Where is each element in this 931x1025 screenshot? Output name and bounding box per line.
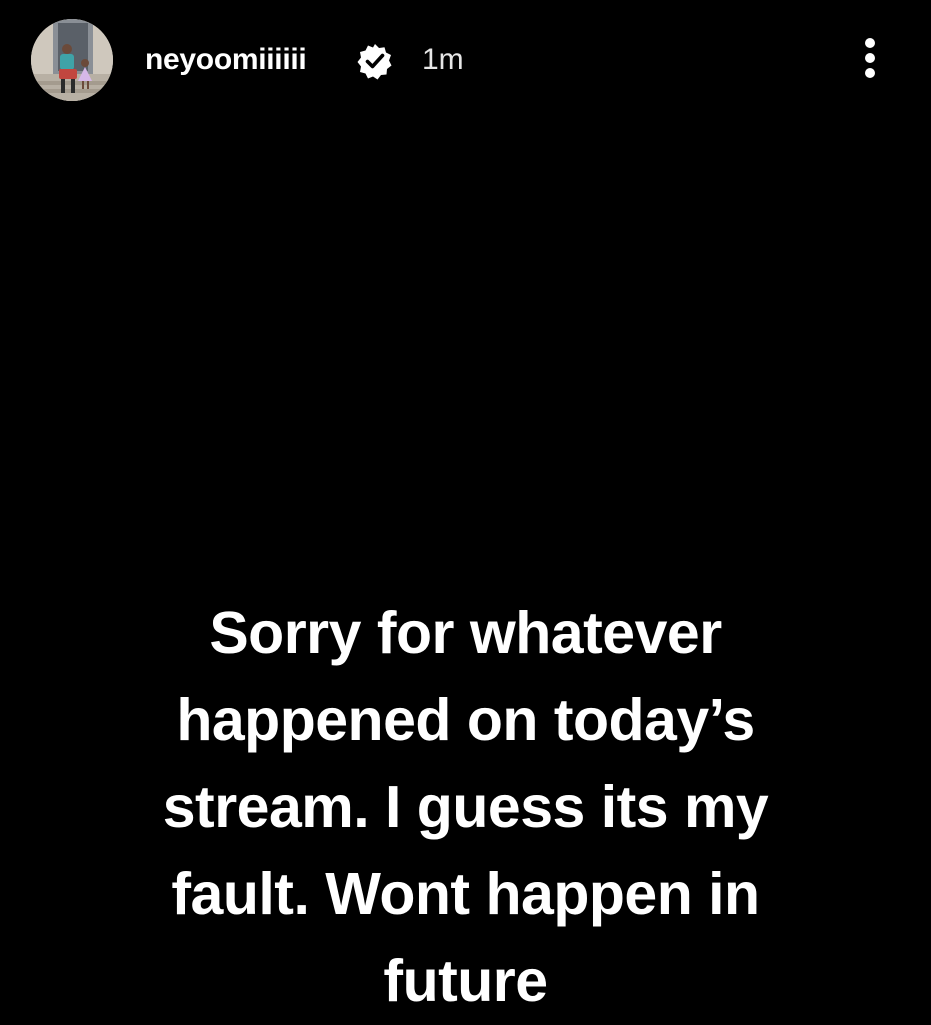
verified-badge-icon: [356, 42, 394, 80]
story-header: neyoomiiiiii 1m: [0, 0, 931, 120]
more-options-icon[interactable]: [850, 34, 890, 84]
avatar-photo: [31, 19, 113, 101]
username[interactable]: neyoomiiiiii: [145, 40, 307, 80]
avatar[interactable]: [31, 19, 113, 101]
story-timestamp: 1m: [422, 43, 464, 76]
story-caption: Sorry for whatever happened on today’s s…: [162, 600, 769, 1014]
